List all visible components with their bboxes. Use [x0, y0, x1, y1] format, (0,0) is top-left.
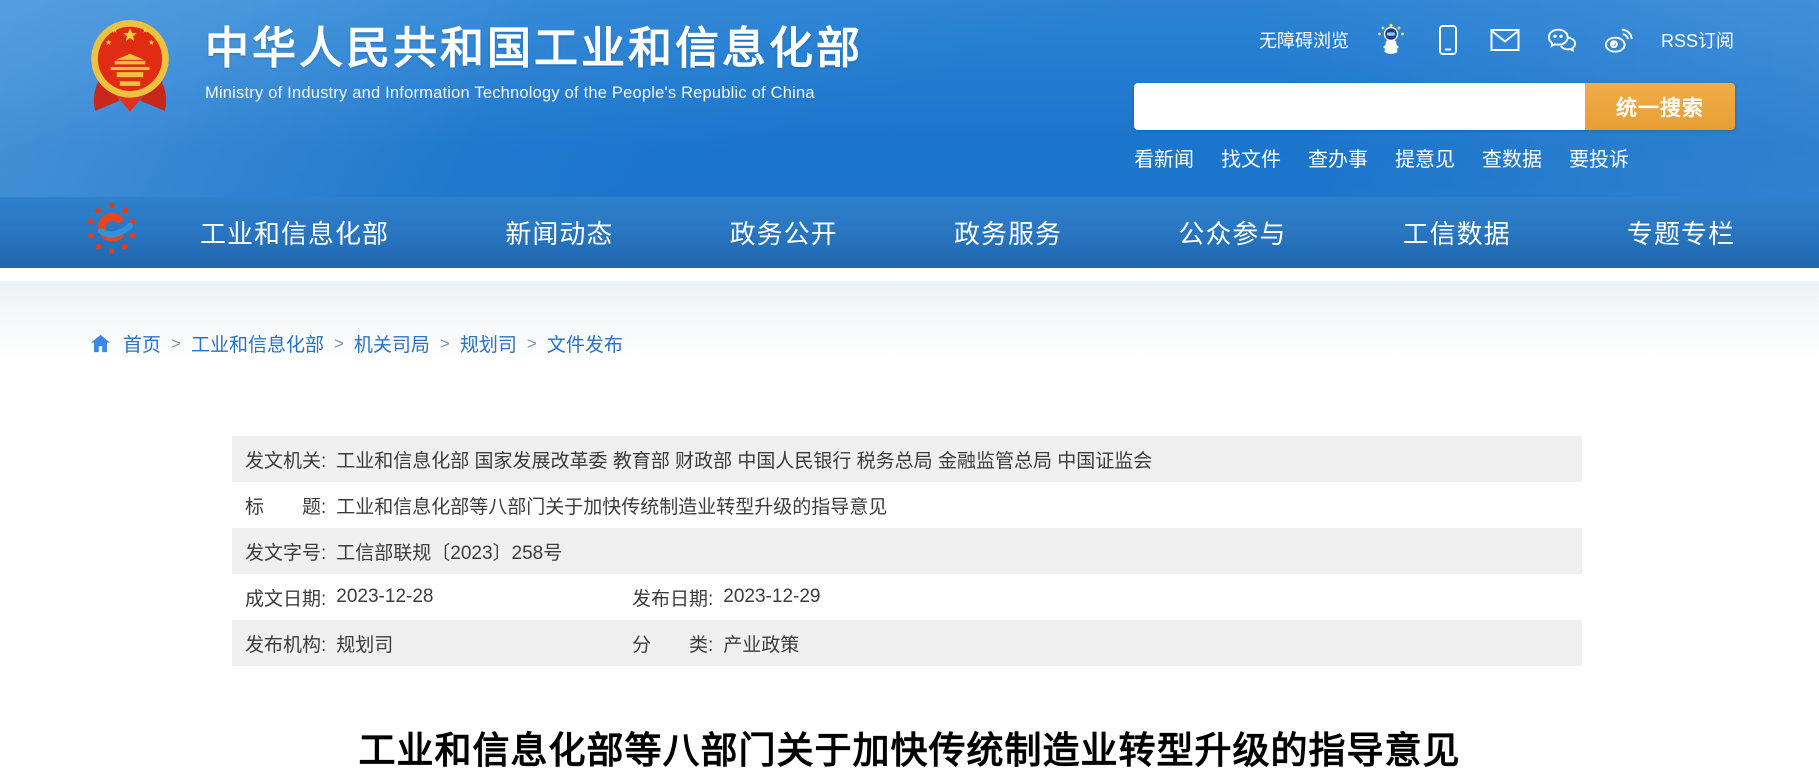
quick-links: 看新闻找文件查办事提意见查数据要投诉 [1134, 143, 1735, 172]
breadcrumb-separator: > [334, 334, 344, 354]
unified-search-button[interactable]: 统一搜索 [1585, 83, 1735, 130]
nav-items: 工业和信息化部 新闻动态 政务公开 政务服务 公众参与 工信数据 专题专栏 [200, 214, 1735, 251]
document-title: 工业和信息化部等八部门关于加快传统制造业转型升级的指导意见 [0, 720, 1819, 774]
breadcrumb-link[interactable]: 首页 [123, 330, 161, 357]
meta-row: 发布机构: 规划司 分 类: 产业政策 [232, 620, 1582, 666]
breadcrumb-link[interactable]: 机关司局 [354, 330, 430, 357]
brand-text: 中华人民共和国工业和信息化部 Ministry of Industry and … [205, 24, 863, 103]
breadcrumb-separator: > [171, 334, 181, 354]
quick-link[interactable]: 看新闻 [1134, 143, 1194, 172]
meta-label: 发布日期: [632, 584, 713, 611]
meta-label: 发布机构: [245, 630, 326, 657]
miit-e-logo-icon [86, 202, 138, 261]
home-icon[interactable] [90, 334, 111, 353]
nav-item[interactable]: 政务公开 [730, 214, 838, 251]
breadcrumb-link[interactable]: 工业和信息化部 [191, 330, 324, 357]
breadcrumb-separator: > [527, 334, 537, 354]
meta-label: 发文机关: [245, 446, 326, 473]
document-meta-table: 发文机关: 工业和信息化部 国家发展改革委 教育部 财政部 中国人民银行 税务总局… [232, 436, 1582, 666]
quick-link[interactable]: 提意见 [1395, 143, 1455, 172]
search-area: 统一搜索 看新闻找文件查办事提意见查数据要投诉 [1134, 83, 1735, 172]
meta-row: 标 题: 工业和信息化部等八部门关于加快传统制造业转型升级的指导意见 [232, 482, 1582, 528]
meta-cell: 分 类: 产业政策 [632, 630, 799, 657]
search-input[interactable] [1134, 83, 1585, 130]
breadcrumb-link[interactable]: 规划司 [460, 330, 517, 357]
nav-item[interactable]: 工信数据 [1403, 214, 1511, 251]
meta-label: 成文日期: [245, 584, 326, 611]
site-title-cn: 中华人民共和国工业和信息化部 [205, 24, 863, 75]
breadcrumb-separator: > [440, 334, 450, 354]
meta-value: 工业和信息化部等八部门关于加快传统制造业转型升级的指导意见 [336, 492, 887, 519]
meta-label: 发文字号: [245, 538, 326, 565]
meta-value: 工业和信息化部 国家发展改革委 教育部 财政部 中国人民银行 税务总局 金融监管… [336, 446, 1152, 473]
meta-value: 规划司 [336, 630, 393, 657]
breadcrumb: 首页 > 工业和信息化部 > 机关司局 > 规划司 > 文件发布 [0, 281, 1819, 357]
meta-value: 工信部联规〔2023〕258号 [336, 538, 562, 565]
meta-value: 2023-12-29 [723, 586, 820, 608]
quick-link[interactable]: 找文件 [1221, 143, 1281, 172]
nav-item[interactable]: 政务服务 [954, 214, 1062, 251]
meta-value: 产业政策 [723, 630, 799, 657]
meta-cell: 标 题: 工业和信息化部等八部门关于加快传统制造业转型升级的指导意见 [245, 492, 887, 519]
main-nav: 工业和信息化部 新闻动态 政务公开 政务服务 公众参与 工信数据 专题专栏 [0, 197, 1819, 268]
site-banner: 无障碍浏览 [0, 0, 1819, 268]
breadcrumb-link[interactable]: 文件发布 [547, 330, 623, 357]
nav-item[interactable]: 新闻动态 [505, 214, 613, 251]
meta-cell: 发布机构: 规划司 [245, 630, 632, 657]
meta-cell: 发文机关: 工业和信息化部 国家发展改革委 教育部 财政部 中国人民银行 税务总局… [245, 446, 1152, 473]
quick-link[interactable]: 查数据 [1482, 143, 1542, 172]
meta-row: 发文机关: 工业和信息化部 国家发展改革委 教育部 财政部 中国人民银行 税务总局… [232, 436, 1582, 482]
nav-item[interactable]: 公众参与 [1178, 214, 1286, 251]
meta-cell: 发布日期: 2023-12-29 [632, 584, 820, 611]
meta-label: 标 题: [245, 492, 326, 519]
site-title-en: Ministry of Industry and Information Tec… [205, 84, 863, 103]
quick-link[interactable]: 查办事 [1308, 143, 1368, 172]
meta-label: 分 类: [632, 630, 713, 657]
national-emblem-icon [89, 16, 171, 123]
meta-cell: 成文日期: 2023-12-28 [245, 584, 632, 611]
meta-value: 2023-12-28 [336, 586, 433, 608]
nav-item[interactable]: 工业和信息化部 [200, 214, 389, 251]
meta-cell: 发文字号: 工信部联规〔2023〕258号 [245, 538, 562, 565]
breadcrumb-items: 首页 > 工业和信息化部 > 机关司局 > 规划司 > 文件发布 [123, 330, 623, 357]
search-box: 统一搜索 [1134, 83, 1735, 130]
quick-link[interactable]: 要投诉 [1569, 143, 1629, 172]
meta-row: 发文字号: 工信部联规〔2023〕258号 [232, 528, 1582, 574]
meta-row: 成文日期: 2023-12-28 发布日期: 2023-12-29 [232, 574, 1582, 620]
content-area: 首页 > 工业和信息化部 > 机关司局 > 规划司 > 文件发布 发文机关: 工业和信息化部 国家… [0, 281, 1819, 774]
nav-item[interactable]: 专题专栏 [1627, 214, 1735, 251]
